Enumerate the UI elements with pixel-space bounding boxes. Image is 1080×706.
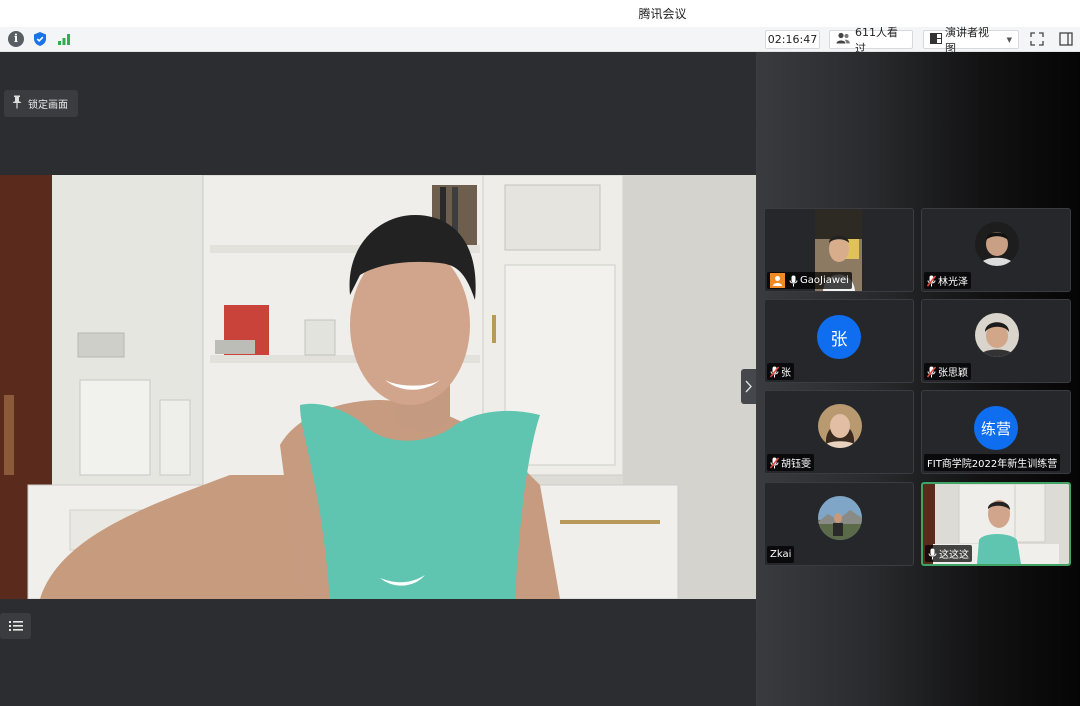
avatar [975, 222, 1019, 266]
participant-tile-active[interactable]: 这这这 [921, 482, 1071, 566]
layout-icon [930, 32, 942, 47]
list-menu-button[interactable] [0, 613, 31, 639]
microphone-muted-icon [769, 457, 780, 469]
microphone-muted-icon [769, 366, 780, 378]
microphone-muted-icon [926, 275, 937, 287]
avatar [818, 404, 862, 448]
avatar: 练营 [974, 406, 1018, 450]
participant-name: 胡钰雯 [781, 459, 811, 470]
pin-icon [12, 95, 22, 112]
participant-name: 这这这 [939, 550, 969, 561]
participant-tile[interactable]: 练营 FIT商学院2022年新生训练营 [921, 390, 1071, 474]
shield-icon[interactable] [32, 31, 48, 47]
participant-tile[interactable]: 张 张 [764, 299, 914, 383]
participant-tile[interactable]: GaoJiawei [764, 208, 914, 292]
lock-view-button[interactable]: 锁定画面 [4, 90, 78, 117]
app-title: 腾讯会议 [638, 7, 687, 21]
collapse-panel-handle[interactable] [741, 369, 756, 404]
participant-name: 张 [781, 368, 791, 379]
info-icon[interactable]: i [8, 31, 24, 47]
viewers-count: 611人看过 [855, 25, 898, 55]
view-mode-dropdown[interactable]: 演讲者视图 ▼ [923, 26, 1019, 55]
participant-label: 张 [767, 363, 794, 380]
participant-tile[interactable]: 林光泽 [921, 208, 1071, 292]
sidebar-toggle-icon[interactable] [1058, 31, 1074, 47]
user-icon [770, 273, 785, 288]
participant-name: Zkai [770, 549, 792, 560]
chevron-down-icon: ▼ [1006, 35, 1012, 44]
view-mode-label: 演讲者视图 [945, 25, 989, 55]
participant-label: GaoJiawei [767, 272, 852, 289]
participant-name: FIT商学院2022年新生训练营 [927, 459, 1058, 470]
participant-name: 张思颖 [938, 368, 968, 379]
microphone-icon [928, 548, 937, 560]
speaker-video[interactable] [0, 175, 756, 599]
participant-label: 张思颖 [924, 363, 971, 380]
fullscreen-icon[interactable] [1029, 31, 1045, 47]
title-bar: 腾讯会议 [0, 0, 1080, 27]
participant-label: Zkai [767, 546, 795, 563]
participant-label: 胡钰雯 [767, 454, 814, 471]
participant-label: FIT商学院2022年新生训练营 [924, 454, 1061, 471]
participant-tile[interactable]: 张思颖 [921, 299, 1071, 383]
viewers-button[interactable]: 611人看过 [829, 26, 913, 55]
lock-view-label: 锁定画面 [28, 100, 68, 111]
toolbar: i 02:16:47 611人看过 演讲者视图 ▼ [0, 26, 1080, 55]
signal-icon[interactable] [56, 31, 72, 47]
meeting-timer: 02:16:47 [765, 30, 820, 49]
avatar [975, 313, 1019, 357]
participant-label: 这这这 [925, 545, 972, 562]
participant-name: GaoJiawei [800, 275, 849, 286]
main-stage: 锁定画面 [0, 52, 756, 706]
avatar [818, 496, 862, 540]
participant-label: 林光泽 [924, 272, 971, 289]
participant-tile[interactable]: Zkai [764, 482, 914, 566]
microphone-muted-icon [926, 366, 937, 378]
participants-panel: GaoJiawei 林光泽 张 张 张思颖 胡钰雯 练营 FIT商学院2022年… [756, 52, 1080, 706]
microphone-icon [789, 275, 798, 287]
participant-tile[interactable]: 胡钰雯 [764, 390, 914, 474]
avatar: 张 [817, 315, 861, 359]
participant-name: 林光泽 [938, 277, 968, 288]
people-icon [836, 32, 850, 47]
